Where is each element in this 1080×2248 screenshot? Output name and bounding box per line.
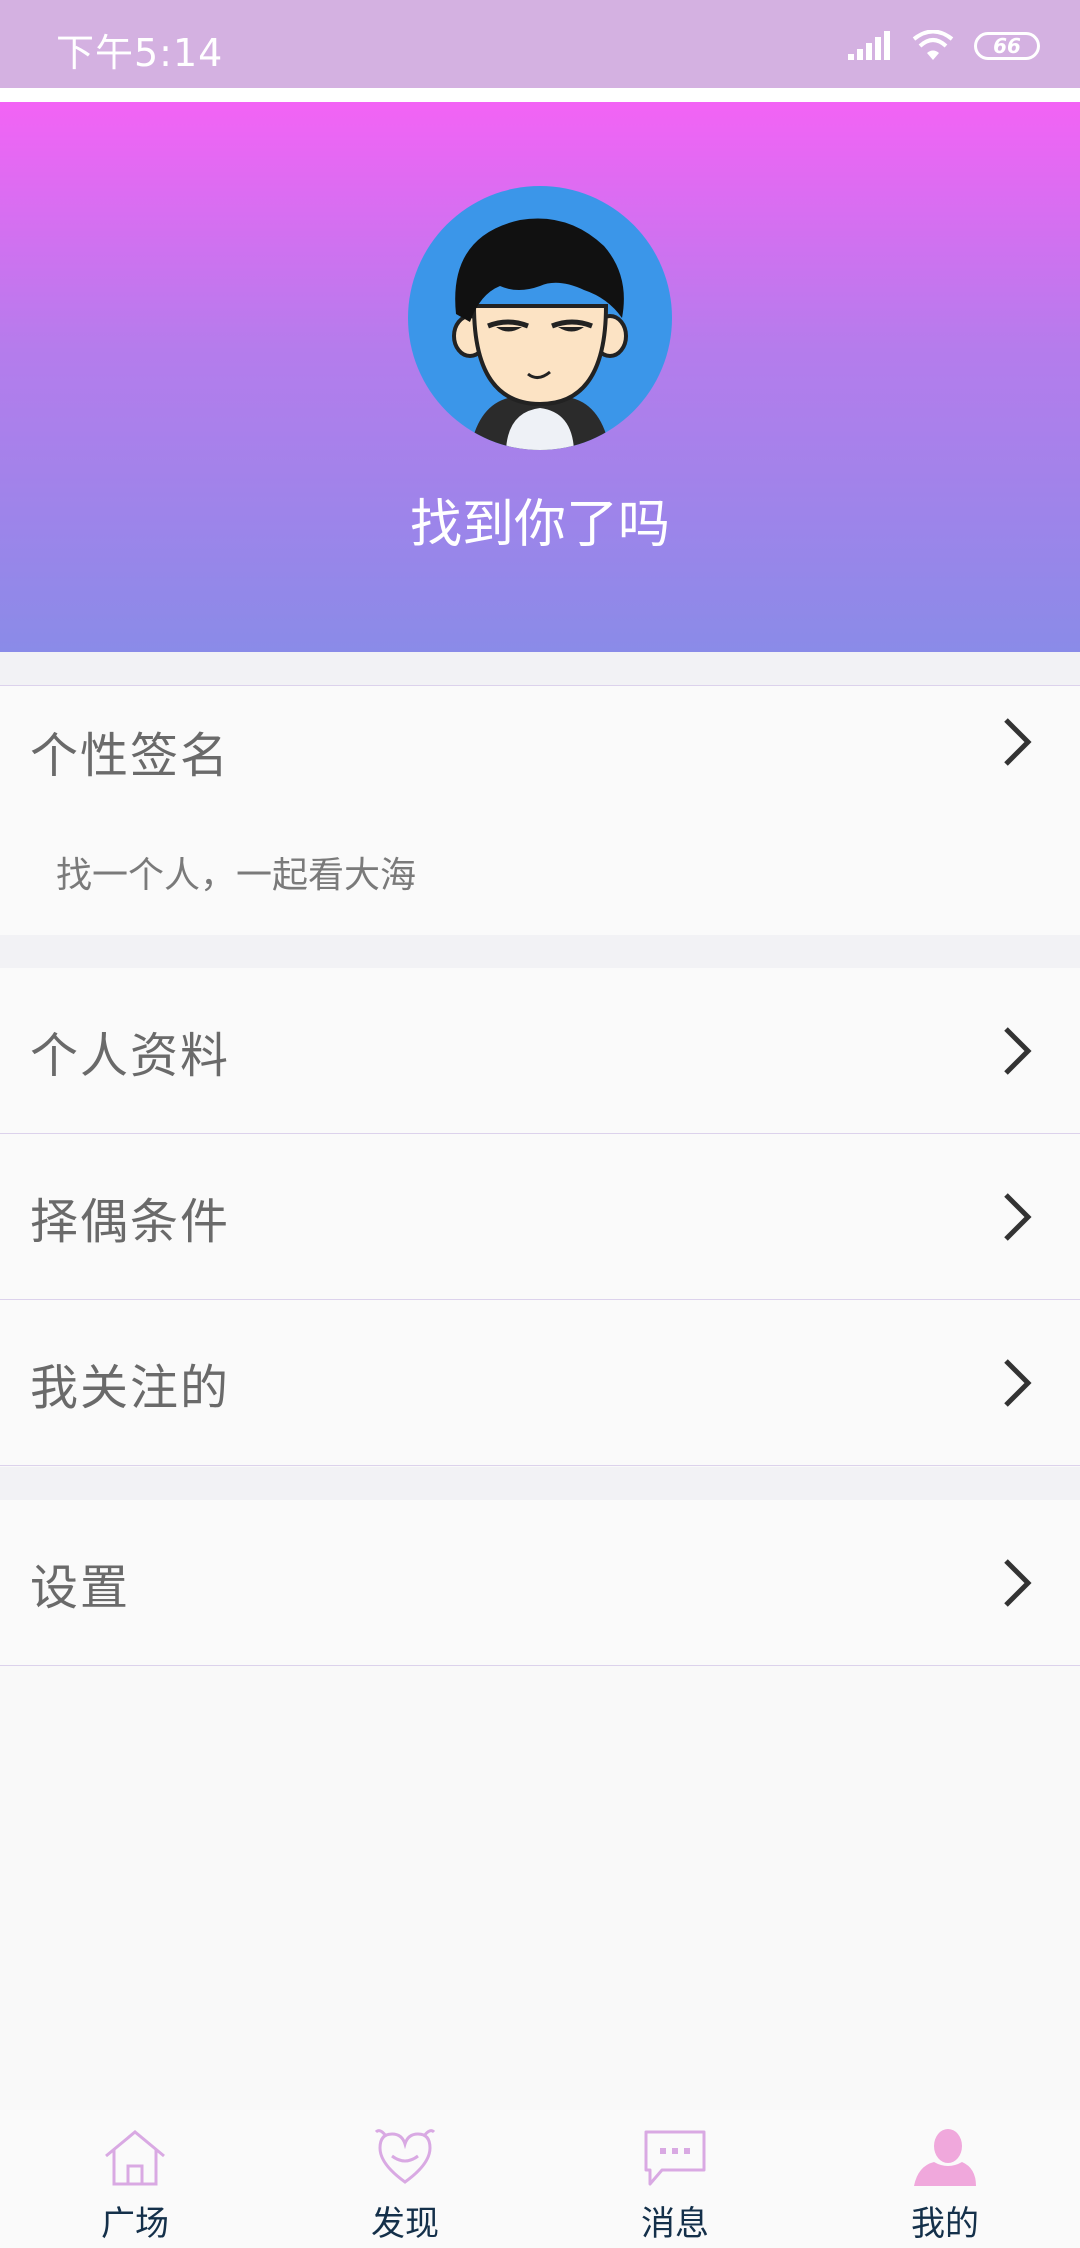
menu-item-profile[interactable]: 个人资料 <box>0 968 1080 1134</box>
profile-name: 找到你了吗 <box>409 495 670 555</box>
menu-item-label: 我关注的 <box>30 1359 231 1416</box>
tab-label: 广场 <box>101 2204 169 2244</box>
tab-label: 消息 <box>641 2204 709 2244</box>
bottom-tab-bar: 广场 发现 消息 我的 <box>0 2110 1080 2248</box>
signature-row[interactable]: 个性签名 找一个人，一起看大海 <box>0 685 1080 937</box>
avatar-image <box>452 218 628 450</box>
menu-item-settings[interactable]: 设置 <box>0 1500 1080 1666</box>
status-time: 下午5:14 <box>56 31 224 75</box>
signature-label: 个性签名 <box>30 728 231 784</box>
profile-header: 找到你了吗 <box>0 102 1080 652</box>
tab-label: 发现 <box>371 2204 439 2244</box>
message-icon <box>644 2130 706 2186</box>
chevron-right-icon <box>1004 1026 1032 1075</box>
menu-item-label: 择偶条件 <box>30 1193 231 1250</box>
chevron-right-icon <box>1004 1192 1032 1241</box>
chevron-right-icon <box>1004 1358 1032 1407</box>
battery-level: 66 <box>993 34 1021 58</box>
home-icon <box>105 2130 165 2186</box>
tab-messages[interactable]: 消息 <box>540 2110 810 2248</box>
battery-icon: 66 <box>974 32 1040 60</box>
tab-square[interactable]: 广场 <box>0 2110 270 2248</box>
wifi-icon <box>912 30 954 60</box>
chevron-right-icon <box>1004 1558 1032 1607</box>
signal-icon <box>848 31 890 60</box>
signature-text: 找一个人，一起看大海 <box>56 855 417 896</box>
heart-icon <box>374 2129 436 2184</box>
user-icon <box>914 2129 976 2186</box>
menu-item-following[interactable]: 我关注的 <box>0 1300 1080 1466</box>
tab-discover[interactable]: 发现 <box>270 2110 540 2248</box>
tab-mine[interactable]: 我的 <box>810 2110 1080 2248</box>
menu-item-label: 设置 <box>30 1559 131 1616</box>
status-bar: 下午5:14 66 <box>0 0 1080 88</box>
tab-label: 我的 <box>911 2204 979 2244</box>
avatar[interactable] <box>408 186 672 450</box>
menu-item-label: 个人资料 <box>30 1027 231 1084</box>
chevron-right-icon <box>1004 718 1032 766</box>
menu-item-partner-criteria[interactable]: 择偶条件 <box>0 1134 1080 1300</box>
